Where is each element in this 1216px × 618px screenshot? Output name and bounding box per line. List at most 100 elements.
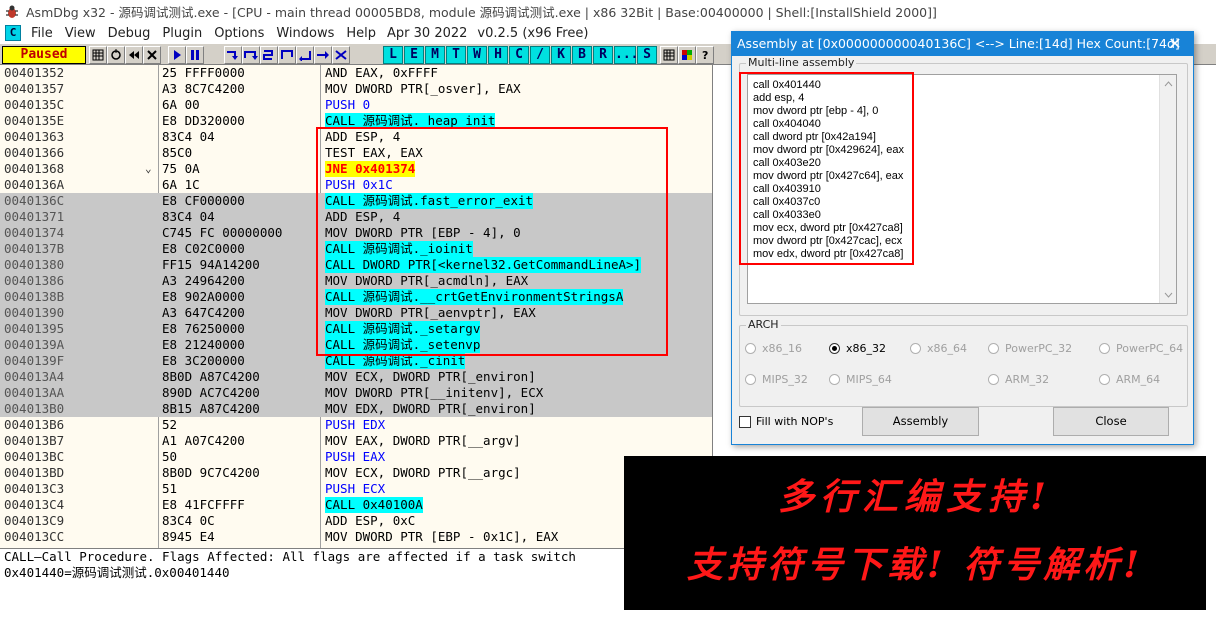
bytes-cell: A3 8C7C4200 xyxy=(162,81,245,96)
trace-into-icon[interactable] xyxy=(260,46,278,64)
bytes-cell: 83C4 04 xyxy=(162,209,215,224)
animate-icon[interactable] xyxy=(332,46,350,64)
bug-icon xyxy=(4,4,20,20)
arch-radio-mips-64[interactable]: MIPS_64 xyxy=(829,373,892,386)
trace-over-icon[interactable] xyxy=(278,46,296,64)
build-date: Apr 30 2022 xyxy=(387,25,468,41)
dialog-title-bar: Assembly at [0x000000000040136C] <--> Li… xyxy=(732,32,1193,56)
toolbar-handles-button[interactable]: H xyxy=(488,46,508,64)
banner-line-1: 多行汇编支持! xyxy=(778,476,1052,518)
bytes-cell: 8B0D A87C4200 xyxy=(162,369,260,384)
menu-help[interactable]: Help xyxy=(340,26,382,41)
toolbar-windows-button[interactable]: W xyxy=(467,46,487,64)
pause-icon[interactable] xyxy=(186,46,204,64)
toolbar-cpu-button[interactable]: C xyxy=(509,46,529,64)
bytes-cell: 51 xyxy=(162,481,178,496)
radio-label: PowerPC_64 xyxy=(1116,342,1184,355)
execute-till-return-icon[interactable] xyxy=(296,46,314,64)
toolbar-memory-button[interactable]: M xyxy=(425,46,445,64)
disasm-row[interactable]: 004013CC 8945 E4 MOV DWORD PTR [EBP - 0x1C… xyxy=(0,529,712,545)
address-cell: 0040138B xyxy=(4,289,65,304)
bytes-cell: E8 CF000000 xyxy=(162,193,245,208)
bytes-cell: 50 xyxy=(162,449,178,464)
toolbar-more-button[interactable]: ... xyxy=(614,46,638,64)
highlight-box xyxy=(739,72,914,265)
cpu-view-button[interactable]: C xyxy=(5,25,21,41)
disasm-row[interactable]: 00401357 A3 8C7C4200 MOV DWORD PTR[_osver]… xyxy=(0,81,712,97)
symbol-info-text: 0x401440=源码调试测试.0x00401440 xyxy=(4,565,230,580)
toolbar-references-button[interactable]: R xyxy=(593,46,613,64)
toolbar-log-button[interactable]: L xyxy=(383,46,403,64)
toolbar-modules-button[interactable]: E xyxy=(404,46,424,64)
toolbar-breakpoints-button[interactable]: B xyxy=(572,46,592,64)
disasm-row[interactable]: 004013A4 8B0D A87C4200 MOV ECX, DWORD PTR[… xyxy=(0,369,712,385)
arch-radio-mips-32[interactable]: MIPS_32 xyxy=(745,373,808,386)
address-cell: 00401386 xyxy=(4,273,65,288)
promo-banner: 多行汇编支持! 支持符号下载! 符号解析! xyxy=(624,456,1206,610)
menu-windows[interactable]: Windows xyxy=(270,26,340,41)
assembly-button[interactable]: Assembly xyxy=(862,407,979,436)
run-icon[interactable] xyxy=(168,46,186,64)
rewind-icon[interactable] xyxy=(125,46,143,64)
open-icon[interactable] xyxy=(89,46,107,64)
toolbar-threads-button[interactable]: T xyxy=(446,46,466,64)
disasm-row[interactable]: 00401352 25 FFFF0000 AND EAX, 0xFFFF xyxy=(0,65,712,81)
address-cell: 0040136A xyxy=(4,177,65,192)
address-cell: 00401374 xyxy=(4,225,65,240)
arch-radio-powerpc-64[interactable]: PowerPC_64 xyxy=(1099,342,1183,355)
address-cell: 0040139F xyxy=(4,353,65,368)
close-icon[interactable] xyxy=(143,46,161,64)
toolbar-patches-button[interactable]: / xyxy=(530,46,550,64)
arch-radio-arm-32[interactable]: ARM_32 xyxy=(988,373,1049,386)
address-cell: 00401357 xyxy=(4,81,65,96)
arch-radio-x86-32[interactable]: x86_32 xyxy=(829,342,886,355)
arch-radio-powerpc-32[interactable]: PowerPC_32 xyxy=(988,342,1072,355)
appearance-icon[interactable] xyxy=(678,46,696,64)
bytes-cell: 83C4 04 xyxy=(162,129,215,144)
menu-view[interactable]: View xyxy=(59,26,102,41)
disasm-row[interactable]: 004013C9 83C4 0C ADD ESP, 0xC xyxy=(0,513,712,529)
disasm-row[interactable]: 0040135C 6A 00 PUSH 0 xyxy=(0,97,712,113)
menu-debug[interactable]: Debug xyxy=(102,26,157,41)
disasm-row[interactable]: 004013B0 8B15 A87C4200 MOV EDX, DWORD PTR[… xyxy=(0,401,712,417)
vertical-scrollbar[interactable] xyxy=(1159,75,1176,303)
bytes-cell: E8 41FCFFFF xyxy=(162,497,245,512)
bytes-cell: 890D AC7C4200 xyxy=(162,385,260,400)
menu-plugin[interactable]: Plugin xyxy=(156,26,208,41)
bytes-cell: A3 24964200 xyxy=(162,273,245,288)
options-icon[interactable] xyxy=(660,46,678,64)
radio-label: ARM_64 xyxy=(1116,373,1161,386)
fill-nops-checkbox[interactable]: Fill with NOP's xyxy=(739,415,833,428)
disasm-row[interactable]: 004013C3 51 PUSH ECX xyxy=(0,481,712,497)
bytes-cell: E8 DD320000 xyxy=(162,113,245,128)
version-label: v0.2.5 (x96 Free) xyxy=(477,25,589,41)
arch-radio-arm-64[interactable]: ARM_64 xyxy=(1099,373,1160,386)
run-to-user-icon[interactable] xyxy=(314,46,332,64)
toolbar-source-button[interactable]: S xyxy=(637,46,657,64)
disasm-row[interactable]: 004013BC 50 PUSH EAX xyxy=(0,449,712,465)
step-into-icon[interactable] xyxy=(224,46,242,64)
address-cell: 004013B0 xyxy=(4,401,65,416)
menu-file[interactable]: File xyxy=(25,26,59,41)
instruction-cell: MOV ECX, DWORD PTR[__argc] xyxy=(325,465,521,480)
restart-icon[interactable] xyxy=(107,46,125,64)
close-icon[interactable]: ✕ xyxy=(1165,32,1185,56)
arch-radio-x86-64[interactable]: x86_64 xyxy=(910,342,967,355)
toolbar-callstack-button[interactable]: K xyxy=(551,46,571,64)
arch-radio-x86-16[interactable]: x86_16 xyxy=(745,342,802,355)
radio-label: x86_32 xyxy=(846,342,887,355)
close-button[interactable]: Close xyxy=(1053,407,1169,436)
disasm-row[interactable]: 004013B6 52 PUSH EDX xyxy=(0,417,712,433)
disasm-row[interactable]: 004013AA 890D AC7C4200 MOV DWORD PTR[__ini… xyxy=(0,385,712,401)
instruction-info-panel: CALL—Call Procedure. Flags Affected: All… xyxy=(0,548,700,618)
address-cell: 00401390 xyxy=(4,305,65,320)
bytes-cell: E8 76250000 xyxy=(162,321,245,336)
address-cell: 00401366 xyxy=(4,145,65,160)
instruction-cell: MOV ECX, DWORD PTR[_environ] xyxy=(325,369,536,384)
menu-options[interactable]: Options xyxy=(208,26,270,41)
help-icon[interactable]: ? xyxy=(696,46,714,64)
disasm-row[interactable]: 004013BD 8B0D 9C7C4200 MOV ECX, DWORD PTR[… xyxy=(0,465,712,481)
disasm-row[interactable]: 004013C4 E8 41FCFFFF CALL 0x40100A xyxy=(0,497,712,513)
step-over-icon[interactable] xyxy=(242,46,260,64)
disasm-row[interactable]: 004013B7 A1 A07C4200 MOV EAX, DWORD PTR[__… xyxy=(0,433,712,449)
